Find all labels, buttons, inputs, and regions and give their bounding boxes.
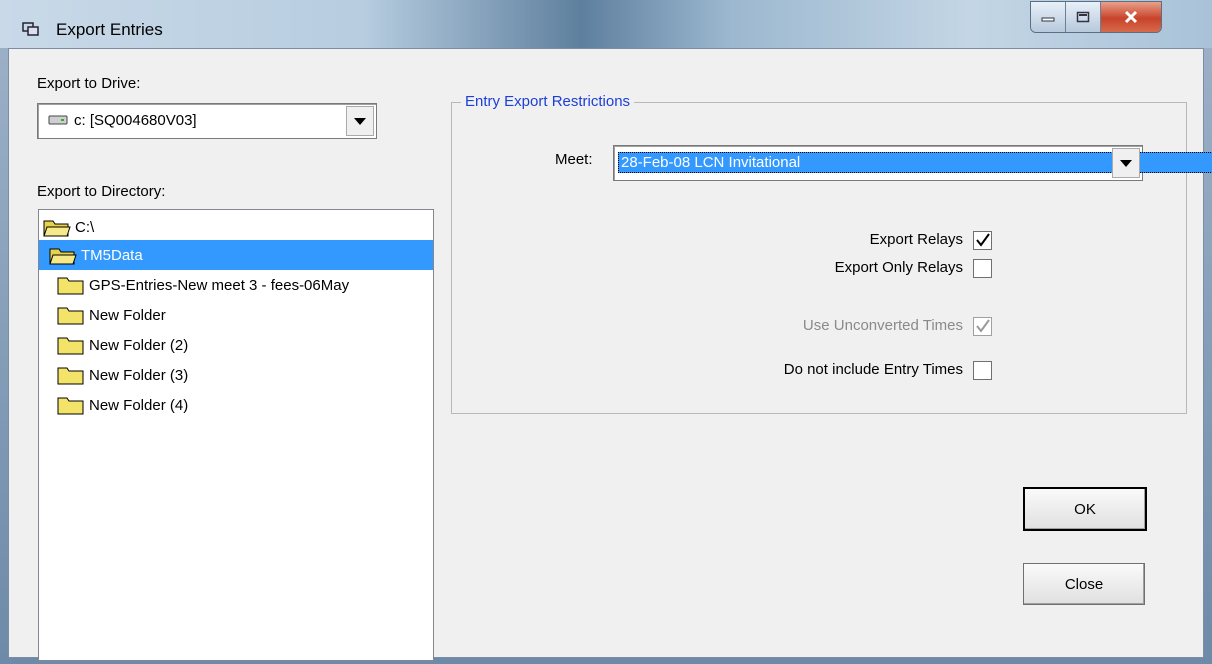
- tree-item-folder[interactable]: New Folder: [57, 300, 433, 330]
- title-bar[interactable]: Export Entries: [0, 0, 1212, 48]
- window-title: Export Entries: [56, 20, 163, 39]
- unconverted-times-checkbox[interactable]: [973, 317, 992, 336]
- tree-item-label: New Folder (2): [89, 336, 189, 354]
- tree-item-root[interactable]: C:\: [43, 212, 433, 242]
- tree-item-label: C:\: [75, 218, 95, 236]
- drive-select[interactable]: c: [SQ004680V03]: [37, 103, 377, 139]
- folder-icon: [57, 305, 85, 325]
- tree-item-label: TM5Data: [81, 246, 143, 264]
- export-relays-checkbox[interactable]: [973, 231, 992, 250]
- directory-tree[interactable]: C:\ TM5Data GPS-Entries-New meet 3 - fee…: [38, 209, 434, 661]
- close-icon[interactable]: [1101, 2, 1161, 32]
- drive-icon: [48, 115, 68, 125]
- unconverted-times-label: Use Unconverted Times: [802, 317, 963, 334]
- no-entry-times-checkbox[interactable]: [973, 361, 992, 380]
- chevron-down-icon[interactable]: [1112, 148, 1140, 178]
- tree-item-tm5data[interactable]: TM5Data: [39, 240, 433, 270]
- dialog-client: Export to Drive: c: [SQ004680V03] Export…: [8, 48, 1212, 661]
- export-only-relays-label: Export Only Relays: [834, 259, 963, 276]
- window-icon: [22, 22, 39, 36]
- no-entry-times-label: Do not include Entry Times: [783, 361, 963, 378]
- open-folder-icon: [43, 217, 71, 237]
- chevron-down-icon[interactable]: [346, 106, 374, 136]
- tree-item-label: New Folder (4): [89, 396, 189, 414]
- folder-icon: [57, 335, 85, 355]
- export-entries-window: Export Entries Export to Drive: c: [SQ00…: [0, 0, 1212, 664]
- drive-label: Export to Drive:: [37, 75, 141, 92]
- export-only-relays-checkbox[interactable]: [973, 259, 992, 278]
- export-relays-label: Export Relays: [869, 231, 963, 248]
- close-button[interactable]: Close: [1023, 563, 1145, 605]
- minimize-icon[interactable]: [1031, 2, 1066, 32]
- open-folder-icon: [49, 245, 77, 265]
- meet-select[interactable]: 28-Feb-08 LCN Invitational: [613, 145, 1212, 181]
- ok-button[interactable]: OK: [1023, 487, 1147, 531]
- tree-item-label: GPS-Entries-New meet 3 - fees-06May: [89, 276, 350, 294]
- maximize-icon[interactable]: [1066, 2, 1101, 32]
- tree-item-folder[interactable]: New Folder (4): [57, 390, 433, 420]
- folder-icon: [57, 275, 85, 295]
- tree-item-label: New Folder (3): [89, 366, 189, 384]
- meet-label: Meet:: [555, 151, 593, 168]
- directory-label: Export to Directory:: [37, 183, 166, 200]
- tree-item-label: New Folder: [89, 306, 166, 324]
- folder-icon: [57, 395, 85, 415]
- restrictions-title: Entry Export Restrictions: [461, 93, 635, 110]
- checkmark-icon: [976, 319, 990, 333]
- checkmark-icon: [976, 233, 990, 247]
- tree-item-folder[interactable]: New Folder (2): [57, 330, 433, 360]
- title-buttons: [1030, 1, 1162, 33]
- tree-item-folder[interactable]: New Folder (3): [57, 360, 433, 390]
- folder-icon: [57, 365, 85, 385]
- drive-value: c: [SQ004680V03]: [74, 112, 197, 129]
- tree-item-folder[interactable]: GPS-Entries-New meet 3 - fees-06May: [57, 270, 433, 300]
